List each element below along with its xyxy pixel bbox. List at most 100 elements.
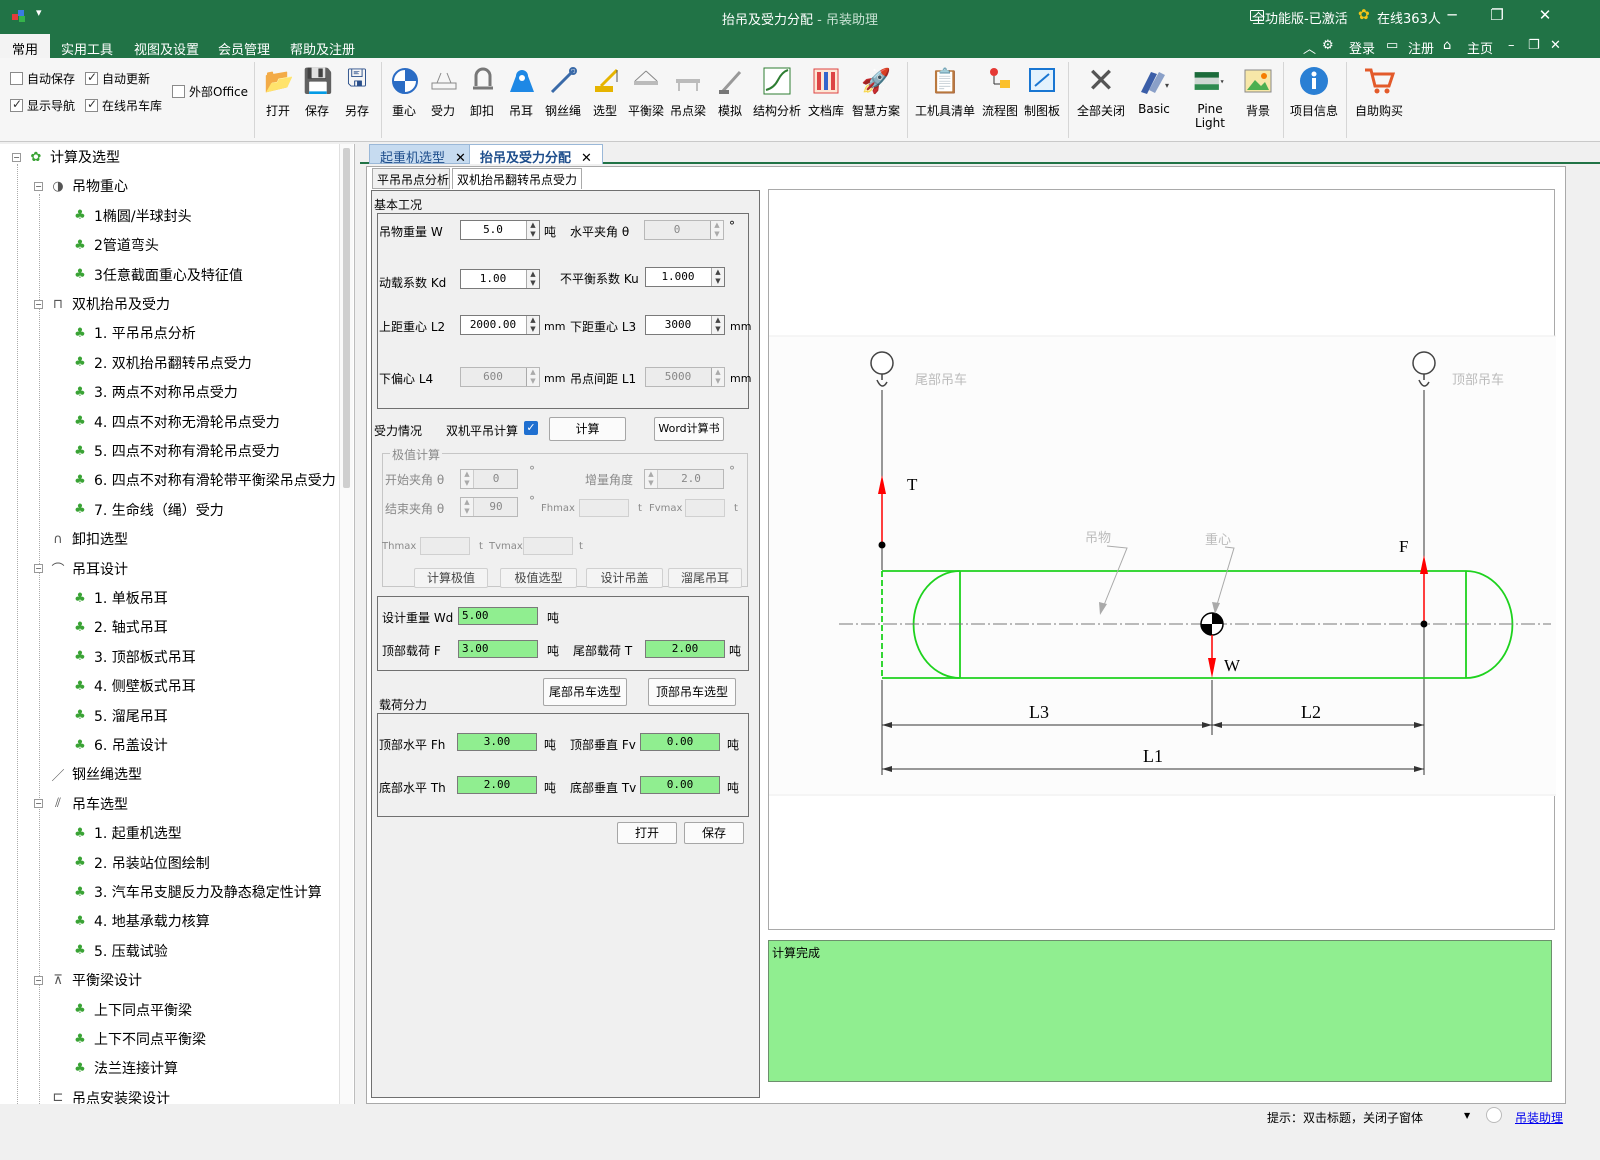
word-report-button[interactable]: Word计算书 — [654, 417, 724, 441]
hint-dropdown-icon[interactable]: ▼ — [1464, 1111, 1470, 1120]
tree-item[interactable]: − ⊼ 平衡梁设计 — [34, 969, 142, 991]
end-angle-input[interactable]: 90 ▲ ▼ — [460, 497, 518, 517]
tail-lug-button[interactable]: 溜尾吊耳 — [668, 568, 742, 588]
extreme-select-button[interactable]: 极值选型 — [500, 568, 577, 588]
tree-item[interactable]: ♣ 5. 溜尾吊耳 — [56, 705, 168, 727]
tab-flat-lift[interactable]: 平吊吊点分析 — [372, 168, 450, 189]
tail-crane-select-button[interactable]: 尾部吊车选型 — [543, 678, 627, 706]
tree-item[interactable]: ♣ 2. 轴式吊耳 — [56, 616, 168, 638]
ku-input[interactable]: 1.000 ▲ ▼ — [645, 267, 725, 287]
shackle-button[interactable]: 卸扣 — [466, 64, 498, 119]
home-link[interactable]: 主页 — [1467, 38, 1493, 57]
tree-item[interactable]: ♣ 4. 四点不对称无滑轮吊点受力 — [56, 411, 280, 433]
spin-arrows-icon[interactable]: ▲ ▼ — [526, 316, 539, 334]
login-link[interactable]: 登录 — [1349, 38, 1375, 57]
settings-icon[interactable]: ⚙ — [1322, 38, 1334, 53]
tree-item[interactable]: − ✿ 计算及选型 — [12, 146, 120, 168]
tree-item[interactable]: ♣ 4. 侧壁板式吊耳 — [56, 675, 196, 697]
open-file-button[interactable]: 打开 — [617, 822, 677, 844]
tree-item[interactable]: ♣ 7. 生命线（绳）受力 — [56, 499, 224, 521]
l2-input[interactable]: 2000.00 ▲ ▼ — [460, 315, 540, 335]
tree-item[interactable]: − ⌒ 吊耳设计 — [34, 558, 128, 580]
tree-item[interactable]: ♣ 3. 汽车吊支腿反力及静态稳定性计算 — [56, 881, 322, 903]
tree-item[interactable]: ♣ 3任意截面重心及特征值 — [56, 264, 243, 286]
tree-item[interactable]: ♣ 法兰连接计算 — [56, 1057, 178, 1079]
theme-pine-button[interactable]: ▾ Pine Light — [1181, 64, 1239, 130]
calculate-button[interactable]: 计算 — [549, 417, 626, 441]
online-crane-lib-checkbox[interactable]: 在线吊车库 — [85, 97, 162, 114]
tree-item[interactable]: ♣ 4. 地基承载力核算 — [56, 910, 210, 932]
show-nav-checkbox[interactable]: 显示导航 — [10, 97, 75, 114]
save-as-button[interactable]: 🖫 另存 — [340, 64, 374, 119]
spin-arrows-icon[interactable]: ▲ ▼ — [711, 316, 724, 334]
tab-lift-force[interactable]: 抬吊及受力分配 ✕ — [469, 144, 603, 166]
external-office-checkbox[interactable]: 外部Office — [172, 83, 248, 100]
tree-item[interactable]: ♣ 1. 起重机选型 — [56, 822, 182, 844]
save-file-button[interactable]: 保存 — [684, 822, 744, 844]
tree-item[interactable]: ♣ 2. 吊装站位图绘制 — [56, 852, 210, 874]
tab-crane-selection[interactable]: 起重机选型 ✕ — [369, 144, 477, 166]
purchase-button[interactable]: 自助购买 — [1352, 64, 1406, 119]
collapse-toggle-icon[interactable]: − — [34, 299, 43, 309]
tree-item[interactable]: − ⊓ 双机抬吊及受力 — [34, 293, 170, 315]
top-crane-select-button[interactable]: 顶部吊车选型 — [648, 678, 736, 706]
crane-select-button[interactable]: 选型 — [589, 64, 621, 119]
smart-plan-button[interactable]: 🚀 智慧方案 — [850, 64, 902, 119]
menu-help[interactable]: 帮助及注册 — [290, 39, 355, 58]
l1-input[interactable]: 5000 ▲ ▼ — [645, 367, 725, 387]
tree-item[interactable]: − ⫽ 吊车选型 — [34, 793, 128, 815]
tree-item[interactable]: ♣ 3. 顶部板式吊耳 — [56, 646, 196, 668]
close-tab-icon[interactable]: ✕ — [455, 151, 466, 166]
menu-home[interactable]: 常用 — [0, 34, 51, 58]
restore-icon[interactable]: ❐ — [1482, 6, 1512, 24]
start-angle-input[interactable]: 0 ▲ ▼ — [460, 469, 518, 489]
tree-scrollbar[interactable] — [339, 144, 353, 1137]
minimize-icon[interactable]: ─ — [1437, 6, 1467, 24]
tree-item[interactable]: ♣ 3. 两点不对称吊点受力 — [56, 381, 238, 403]
tree-item[interactable]: ♣ 上下同点平衡梁 — [56, 999, 192, 1021]
close-tab-icon[interactable]: ✕ — [581, 151, 592, 166]
theme-basic-button[interactable]: ▾ Basic — [1133, 64, 1175, 116]
tree-item[interactable]: ♣ 1椭圆/半球封头 — [56, 205, 191, 227]
open-button[interactable]: 📂 打开 — [262, 64, 294, 119]
tree-item[interactable]: ♣ 1. 平吊吊点分析 — [56, 322, 196, 344]
collapse-toggle-icon[interactable]: − — [34, 564, 43, 574]
l4-input[interactable]: 600 ▲ ▼ — [460, 367, 540, 387]
weight-input[interactable]: 5.0 ▲ ▼ — [460, 220, 540, 240]
angle-input[interactable]: 0 ▲ ▼ — [644, 220, 724, 240]
lift-beam-button[interactable]: 吊点梁 — [668, 64, 708, 119]
tree-item[interactable]: ∩ 卸扣选型 — [34, 528, 128, 550]
wire-rope-button[interactable]: 钢丝绳 — [544, 64, 582, 119]
tree-item[interactable]: ♣ 上下不同点平衡梁 — [56, 1028, 206, 1050]
calc-extreme-button[interactable]: 计算极值 — [414, 568, 488, 588]
design-cover-button[interactable]: 设计吊盖 — [586, 568, 663, 588]
structure-analysis-button[interactable]: 结构分析 — [751, 64, 803, 119]
menu-view-settings[interactable]: 视图及设置 — [134, 39, 199, 58]
collapse-toggle-icon[interactable]: − — [34, 975, 43, 985]
spin-arrows-icon[interactable]: ▲ ▼ — [526, 221, 539, 239]
project-info-button[interactable]: 项目信息 — [1289, 64, 1339, 119]
flowchart-button[interactable]: 流程图 — [980, 64, 1020, 119]
tab-dual-crane-turn[interactable]: 双机抬吊翻转吊点受力 — [452, 168, 582, 189]
center-gravity-button[interactable]: 重心 — [388, 64, 420, 119]
save-button[interactable]: 💾 保存 — [301, 64, 333, 119]
step-angle-input[interactable]: 2.0 ▲ ▼ — [644, 469, 724, 489]
collapse-toggle-icon[interactable]: − — [34, 181, 43, 191]
tree-item[interactable]: − ◑ 吊物重心 — [34, 175, 128, 197]
menu-tools[interactable]: 实用工具 — [61, 39, 113, 58]
mdi-restore-icon[interactable]: ❐ — [1528, 38, 1540, 53]
l3-input[interactable]: 3000 ▲ ▼ — [645, 315, 725, 335]
close-icon[interactable]: ✕ — [1530, 6, 1560, 24]
tree-item[interactable]: ／ 钢丝绳选型 — [34, 763, 142, 785]
dual-calc-checkbox[interactable]: ✓ — [524, 421, 538, 435]
close-all-button[interactable]: ✕ 全部关闭 — [1074, 61, 1128, 119]
mdi-minimize-icon[interactable]: – — [1508, 38, 1515, 53]
register-link[interactable]: 注册 — [1408, 38, 1434, 57]
collapse-toggle-icon[interactable]: − — [12, 152, 21, 162]
drawing-board-button[interactable]: 制图板 — [1022, 64, 1062, 119]
collapse-toggle-icon[interactable]: − — [34, 799, 43, 809]
tree-item[interactable]: ♣ 5. 四点不对称有滑轮吊点受力 — [56, 440, 280, 462]
tree-item[interactable]: ♣ 2管道弯头 — [56, 234, 159, 256]
kd-input[interactable]: 1.00 ▲ ▼ — [460, 269, 540, 289]
tree-item[interactable]: ♣ 6. 吊盖设计 — [56, 734, 168, 756]
